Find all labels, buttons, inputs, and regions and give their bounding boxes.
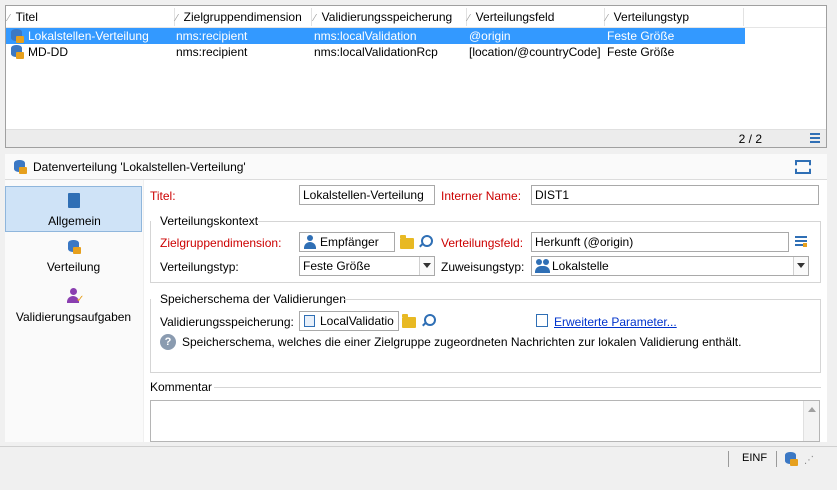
verteilungsfeld-input[interactable]: Herkunft (@origin) [531,232,789,252]
zielgruppe-input[interactable]: Empfänger [299,232,395,252]
column-header-type[interactable]: ⁄ Verteilungstyp [606,9,689,25]
distribution-icon [10,29,24,43]
zielgruppe-label: Zielgruppendimension: [160,236,282,250]
folder-icon[interactable] [402,314,416,328]
table-row[interactable]: Lokalstellen-Verteilung nms:recipient nm… [6,28,745,44]
nav-item-verteilung[interactable]: Verteilung [5,238,142,278]
titel-label: Titel: [150,189,176,203]
chevron-down-icon[interactable] [419,257,434,275]
column-header-target[interactable]: ⁄ Zielgruppendimension [176,9,302,25]
maximize-icon[interactable] [795,160,811,174]
folder-icon[interactable] [400,235,414,249]
status-bar: EINF ⋰ [0,446,837,470]
search-icon[interactable] [418,234,433,248]
scrollbar[interactable] [803,401,819,441]
advanced-parameters-link[interactable]: Erweiterte Parameter... [554,315,677,329]
user-check-icon: ✓ [67,288,84,305]
left-nav: Allgemein Verteilung ✓ Validierungsaufga… [5,180,143,442]
distribution-icon [67,240,81,254]
parameters-icon [536,314,548,327]
detail-title: Datenverteilung 'Lokalstellen-Verteilung… [33,160,246,174]
list-footer: 2 / 2 [6,129,826,147]
insert-mode-indicator: EINF [742,452,768,464]
table-row[interactable]: MD-DD nms:recipient nms:localValidationR… [6,44,745,60]
record-count: 2 / 2 [738,132,762,146]
verteilungsfeld-label: Verteilungsfeld: [441,236,524,250]
comment-label: Kommentar [150,380,213,394]
comment-textarea[interactable] [150,400,820,442]
edit-list-icon[interactable] [795,236,807,247]
titel-input[interactable]: Lokalstellen-Verteilung [299,185,435,205]
interner-name-label: Interner Name: [441,189,522,203]
validierungsspeicherung-input[interactable]: LocalValidatio [299,311,399,331]
interner-name-input[interactable]: DIST1 [531,185,819,205]
resize-grip-icon[interactable]: ⋰ [804,455,814,466]
nav-item-allgemein[interactable]: Allgemein [5,186,142,232]
detail-header: Datenverteilung 'Lokalstellen-Verteilung… [5,154,827,180]
nav-item-validierungsaufgaben[interactable]: ✓ Validierungsaufgaben [5,288,142,328]
clipboard-icon [68,193,80,208]
list-header: ⁄ Titel ⁄ Zielgruppendimension ⁄ Validierun… [6,6,826,28]
column-header-validation[interactable]: ⁄ Validierungsspeicherung [314,9,452,25]
distribution-icon [10,45,24,59]
distribution-list[interactable]: ⁄ Titel ⁄ Zielgruppendimension ⁄ Validierun… [5,5,827,148]
column-header-title[interactable]: ⁄ Titel [8,9,38,25]
database-status-icon [784,452,798,466]
distribution-icon [13,160,27,174]
verteilungstyp-select[interactable]: Feste Größe [299,256,435,276]
column-header-field[interactable]: ⁄ Verteilungsfeld [468,9,554,25]
info-icon: ? [160,334,176,350]
person-icon [304,235,316,249]
search-icon[interactable] [421,313,436,327]
form-area: Titel: Lokalstellen-Verteilung Interner … [144,180,827,442]
schema-icon [304,315,315,327]
info-text: Speicherschema, welches die einer Zielgr… [182,335,742,349]
validierungsspeicherung-label: Validierungsspeicherung: [160,315,294,329]
list-menu-icon[interactable] [810,133,820,143]
chevron-down-icon[interactable] [793,257,808,275]
zuweisungstyp-label: Zuweisungstyp: [441,260,525,274]
group-icon [535,259,551,273]
verteilungstyp-label: Verteilungstyp: [160,260,239,274]
zuweisungstyp-select[interactable]: Lokalstelle [531,256,809,276]
